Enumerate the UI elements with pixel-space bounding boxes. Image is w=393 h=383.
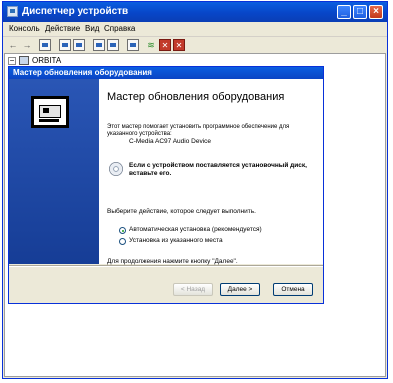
wizard-description: Этот мастер помогает установить программ… [107, 124, 290, 137]
toolbar: ← → ≋ ✕ ✕ [3, 37, 387, 53]
print-icon[interactable] [73, 39, 85, 51]
back-button[interactable]: < Назад [173, 283, 213, 296]
menu-action[interactable]: Действие [45, 24, 80, 34]
radio-label[interactable]: Автоматическая установка (рекомендуется) [129, 226, 262, 234]
cd-instruction: Если с устройством поставляется установо… [129, 162, 307, 177]
minimize-button[interactable]: _ [337, 5, 351, 19]
help-icon[interactable] [93, 39, 105, 51]
menu-help[interactable]: Справка [104, 24, 135, 34]
hardware-card-icon [31, 96, 69, 128]
back-arrow-icon[interactable]: ← [7, 39, 19, 51]
collapse-toggle[interactable]: − [8, 57, 16, 65]
menu-console[interactable]: Консоль [9, 24, 40, 34]
disable-device-icon[interactable]: ✕ [159, 39, 171, 51]
update-driver-icon[interactable]: ≋ [145, 39, 157, 51]
menu-view[interactable]: Вид [85, 24, 99, 34]
radio-button-checked[interactable] [119, 227, 126, 234]
wizard-heading: Мастер обновления оборудования [107, 91, 285, 103]
forward-arrow-icon[interactable]: → [21, 39, 33, 51]
computer-icon[interactable] [107, 39, 119, 51]
cd-icon [109, 162, 123, 176]
scan-hardware-icon[interactable] [127, 39, 139, 51]
action-prompt: Выберите действие, которое следует выпол… [107, 208, 256, 215]
device-name: C-Media AC97 Audio Device [129, 138, 212, 145]
tree-root-label[interactable]: ORBITA [32, 56, 61, 66]
properties-icon[interactable] [59, 39, 71, 51]
menu-bar: Консоль Действие Вид Справка [3, 22, 387, 37]
maximize-button[interactable]: □ [353, 5, 367, 19]
console-tree-icon[interactable] [39, 39, 51, 51]
computer-node-icon [19, 56, 29, 65]
wizard-banner [9, 79, 99, 264]
hardware-update-wizard: Мастер обновления оборудования Мастер об… [8, 66, 324, 304]
divider [9, 265, 323, 267]
title-bar[interactable]: Диспетчер устройств _ □ × [3, 2, 387, 22]
window-title: Диспетчер устройств [22, 6, 129, 17]
wizard-title: Мастер обновления оборудования [13, 68, 152, 77]
wizard-body: Мастер обновления оборудования Этот маст… [9, 79, 323, 265]
device-manager-icon [7, 6, 18, 17]
cancel-button[interactable]: Отмена [273, 283, 313, 296]
close-button[interactable]: × [369, 5, 383, 19]
uninstall-device-icon[interactable]: ✕ [173, 39, 185, 51]
radio-label[interactable]: Установка из указанного места [129, 237, 223, 245]
wizard-title-bar[interactable]: Мастер обновления оборудования [9, 67, 323, 79]
radio-button[interactable] [119, 238, 126, 245]
next-button[interactable]: Далее > [220, 283, 260, 296]
